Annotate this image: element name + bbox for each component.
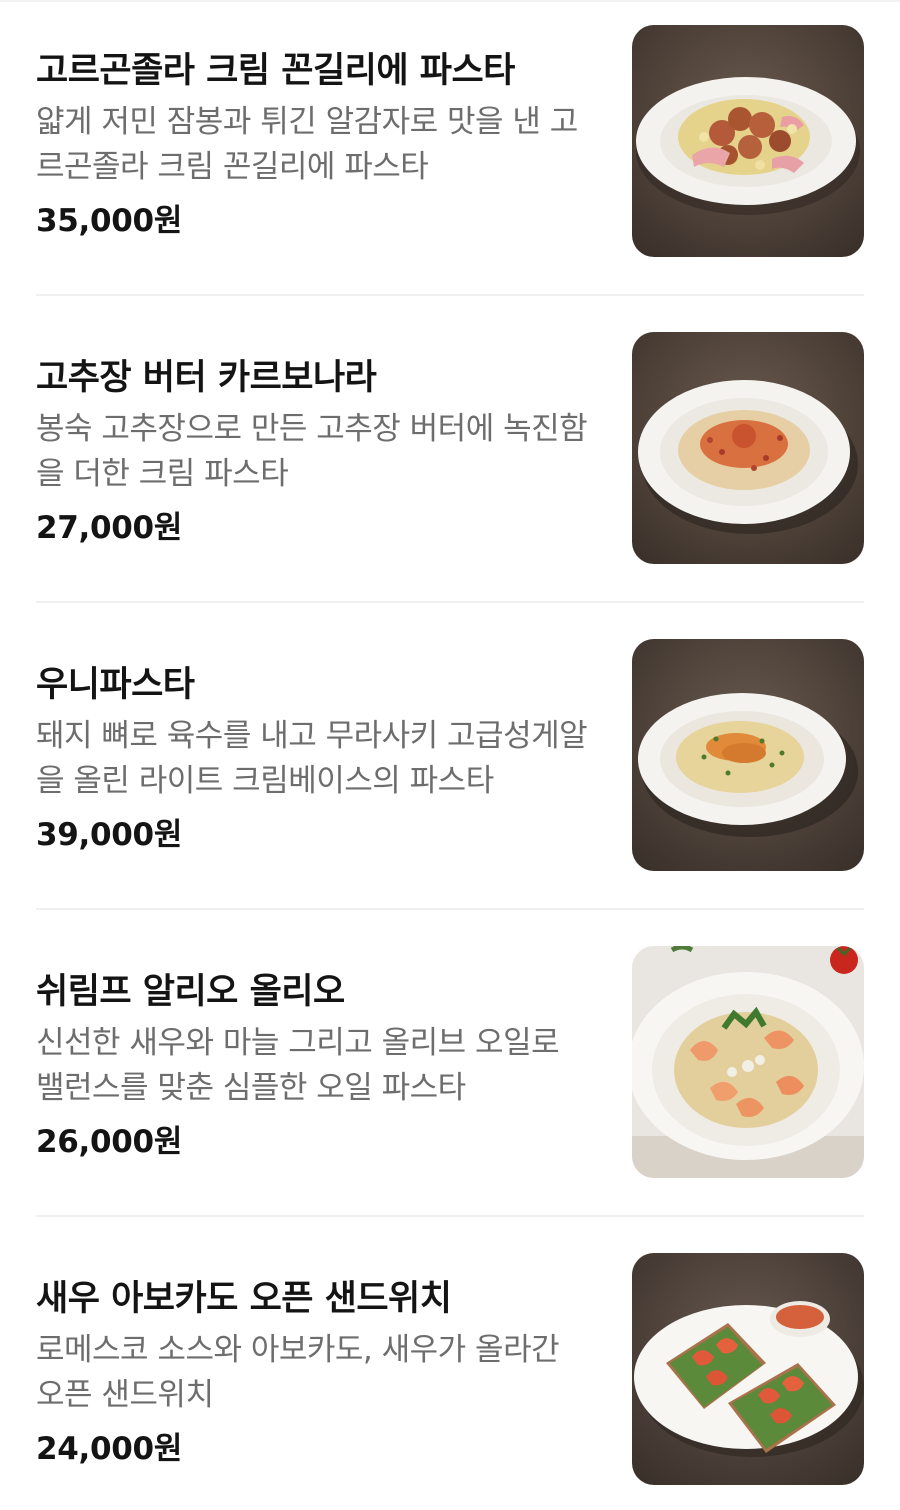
menu-item-price: 39,000원 xyxy=(36,817,183,853)
menu-item-price: 24,000원 xyxy=(36,1431,183,1467)
menu-divider xyxy=(36,601,864,603)
shrimp-avocado-sandwich-photo[interactable] xyxy=(632,1253,864,1485)
uni-pasta-photo[interactable] xyxy=(632,639,864,871)
shrimp-avocado-sandwich-image xyxy=(632,1253,864,1485)
menu-item[interactable]: 고추장 버터 카르보나라 봉숙 고추장으로 만든 고추장 버터에 녹진함을 더한… xyxy=(36,307,864,564)
menu-divider xyxy=(36,908,864,910)
menu-divider xyxy=(36,294,864,296)
menu-item[interactable]: 우니파스타 돼지 뼈로 육수를 내고 무라사키 고급성게알을 올린 라이트 크림… xyxy=(36,614,864,871)
menu-item[interactable]: 새우 아보카도 오픈 샌드위치 로메스코 소스와 아보카도, 새우가 올라간 오… xyxy=(36,1228,864,1485)
menu-item-description: 로메스코 소스와 아보카도, 새우가 올라간 오픈 샌드위치 xyxy=(36,1332,560,1413)
shrimp-aglio-olio-photo[interactable] xyxy=(632,946,864,1178)
pasta-conchiglie-image xyxy=(632,25,864,257)
menu-item-description: 신선한 새우와 마늘 그리고 올리브 오일로 밸런스를 맞춘 심플한 오일 파스… xyxy=(36,1025,560,1106)
menu-item-price: 26,000원 xyxy=(36,1124,183,1160)
menu-divider xyxy=(36,1215,864,1217)
carbonara-photo[interactable] xyxy=(632,332,864,564)
uni-pasta-image xyxy=(632,639,864,871)
carbonara-image xyxy=(632,332,864,564)
menu-item[interactable]: 쉬림프 알리오 올리오 신선한 새우와 마늘 그리고 올리브 오일로 밸런스를 … xyxy=(36,921,864,1178)
menu-item-name: 쉬림프 알리오 올리오 xyxy=(36,972,345,1012)
menu-item-name: 고르곤졸라 크림 꼰길리에 파스타 xyxy=(36,51,515,91)
menu-item-name: 우니파스타 xyxy=(36,665,195,705)
menu-item-name: 고추장 버터 카르보나라 xyxy=(36,358,377,398)
menu-item[interactable]: 고르곤졸라 크림 꼰길리에 파스타 얇게 저민 잠봉과 튀긴 알감자로 맛을 낸… xyxy=(36,0,864,257)
menu-item-name: 새우 아보카도 오픈 샌드위치 xyxy=(36,1279,452,1319)
pasta-conchiglie-photo[interactable] xyxy=(632,25,864,257)
shrimp-aglio-olio-image xyxy=(632,946,864,1178)
menu-item-description: 봉숙 고추장으로 만든 고추장 버터에 녹진함을 더한 크림 파스타 xyxy=(36,411,588,492)
menu-item-description: 얇게 저민 잠봉과 튀긴 알감자로 맛을 낸 고르곤졸라 크림 꼰길리에 파스타 xyxy=(36,104,578,185)
menu-item-description: 돼지 뼈로 육수를 내고 무라사키 고급성게알을 올린 라이트 크림베이스의 파… xyxy=(36,718,588,799)
menu-item-price: 35,000원 xyxy=(36,203,183,239)
menu-item-price: 27,000원 xyxy=(36,510,183,546)
